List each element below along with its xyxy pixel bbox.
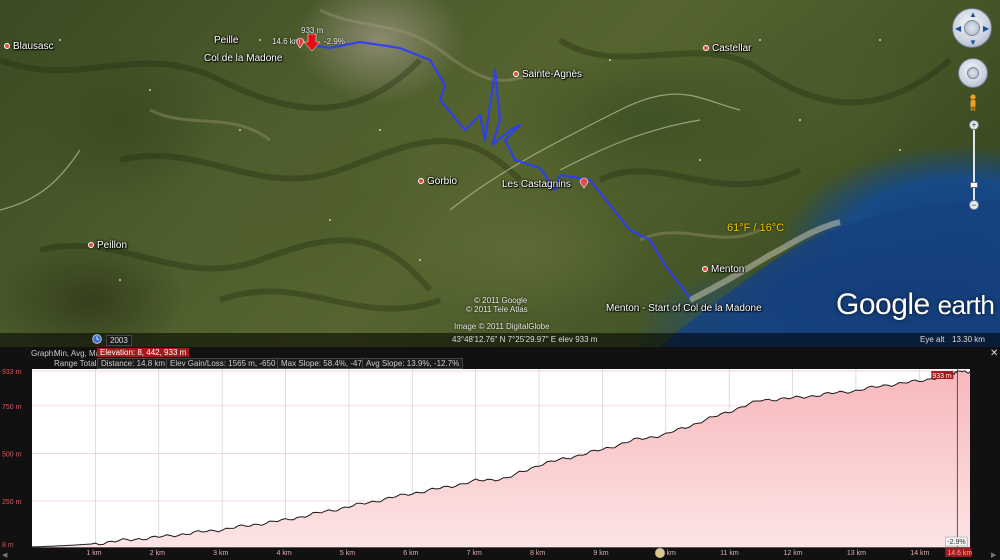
y-tick-label: 8 m (2, 542, 14, 549)
arrow-down-icon[interactable]: ▼ (969, 39, 977, 47)
cursor-elevation-label: 933 m (932, 373, 952, 380)
copyright-google: © 2011 Google (474, 296, 528, 305)
arrow-up-icon[interactable]: ▲ (969, 11, 977, 19)
place-marker-icon (88, 242, 94, 249)
y-tick-label: 933 m (2, 369, 22, 376)
place-peillon[interactable]: Peillon (88, 240, 127, 251)
map-status-bar: 2003 43°48'12.76" N 7°25'29.97" E elev 9… (0, 333, 1000, 347)
place-les-castagnins[interactable]: Les Castagnins (502, 179, 571, 190)
arrow-right-icon[interactable]: ▶ (983, 25, 989, 33)
zoom-track (973, 130, 975, 200)
x-tick-label: 14.6 km (947, 550, 972, 557)
place-marker-icon (702, 266, 708, 273)
x-axis: 1 km 2 km 3 km 4 km 5 km 6 km 7 km 8 km 9 km 10 k… (86, 548, 972, 557)
google-earth-logo: Google earth (836, 288, 995, 321)
satellite-map[interactable]: Blausasc Peille Col de la Madone Castell… (0, 0, 1000, 347)
look-navigation-ring[interactable]: ▲ ▼ ◀ ▶ (952, 8, 992, 48)
place-sainte-agnes[interactable]: Sainte-Agnès (513, 69, 582, 80)
place-col-de-la-madone[interactable]: Col de la Madone (204, 53, 282, 64)
scroll-thumb[interactable] (654, 547, 666, 559)
position-arrow (303, 33, 321, 52)
weather-label[interactable]: 61°F / 16°C (727, 222, 784, 234)
arrow-left-icon[interactable]: ◀ (955, 25, 961, 33)
imagery-date-icon[interactable] (92, 334, 102, 346)
map-cursor-elevation: 933 m (301, 26, 324, 35)
place-gorbio[interactable]: Gorbio (418, 176, 457, 187)
imagery-year: 2003 (106, 335, 132, 346)
y-tick-label: 750 m (2, 404, 22, 411)
y-tick-label: 500 m (2, 451, 22, 458)
place-marker-icon (4, 43, 10, 50)
zoom-slider[interactable]: + − (969, 120, 979, 210)
x-tick-label: 11 km (720, 550, 739, 557)
x-tick-label: 8 km (530, 550, 545, 557)
x-tick-label: 12 km (784, 550, 803, 557)
place-blausasc[interactable]: Blausasc (4, 41, 54, 52)
elevation-profile-panel: Graph: Min, Avg, Max Elevation: 8, 442, … (0, 347, 1000, 560)
eye-icon (964, 20, 980, 36)
x-tick-label: 5 km (340, 550, 355, 557)
place-marker-icon (703, 45, 709, 52)
x-tick-label: 4 km (277, 550, 292, 557)
y-tick-label: 250 m (2, 499, 22, 506)
cursor-slope-label: -2.9% (947, 539, 965, 546)
x-tick-label: 6 km (403, 550, 418, 557)
elevation-chart[interactable]: 8 m 250 m 500 m 750 m 933 m 1 km 2 km 3 km 4 km… (0, 347, 1000, 560)
eye-alt-label: Eye alt (920, 335, 945, 344)
x-tick-label: 9 km (593, 550, 608, 557)
zoom-in-button[interactable]: + (969, 120, 979, 130)
copyright-digitalglobe: Image © 2011 DigitalGlobe (454, 322, 550, 331)
place-peille[interactable]: Peille (214, 35, 238, 46)
place-marker-icon (418, 178, 424, 185)
scroll-right-icon[interactable]: ▶ (991, 552, 997, 559)
x-tick-label: 14 km (910, 550, 929, 557)
pegman-icon[interactable] (968, 94, 978, 112)
x-tick-label: 3 km (213, 550, 228, 557)
map-cursor-distance: 14.6 km (272, 37, 301, 46)
zoom-handle[interactable] (970, 182, 978, 188)
place-menton-start[interactable]: Menton - Start of Col de la Madone (606, 303, 762, 314)
x-tick-label: 7 km (467, 550, 482, 557)
x-tick-label: 1 km (86, 550, 101, 557)
zoom-out-button[interactable]: − (969, 200, 979, 210)
place-marker-icon (513, 71, 519, 78)
move-navigation-ring[interactable] (958, 58, 988, 88)
copyright-tele-atlas: © 2011 Tele Atlas (466, 305, 528, 314)
place-menton[interactable]: Menton (702, 264, 744, 275)
coordinates-readout: 43°48'12.76" N 7°25'29.97" E elev 933 m (452, 335, 598, 344)
move-hand-icon (967, 67, 979, 79)
scroll-left-icon[interactable]: ◀ (2, 552, 8, 559)
y-axis: 8 m 250 m 500 m 750 m 933 m (2, 369, 22, 549)
x-tick-label: 2 km (150, 550, 165, 557)
eye-alt-value: 13.30 km (952, 335, 985, 344)
place-castellar[interactable]: Castellar (703, 43, 751, 54)
x-tick-label: 13 km (847, 550, 866, 557)
route-pins (295, 37, 589, 189)
map-cursor-slope: -2.9% (324, 37, 345, 46)
